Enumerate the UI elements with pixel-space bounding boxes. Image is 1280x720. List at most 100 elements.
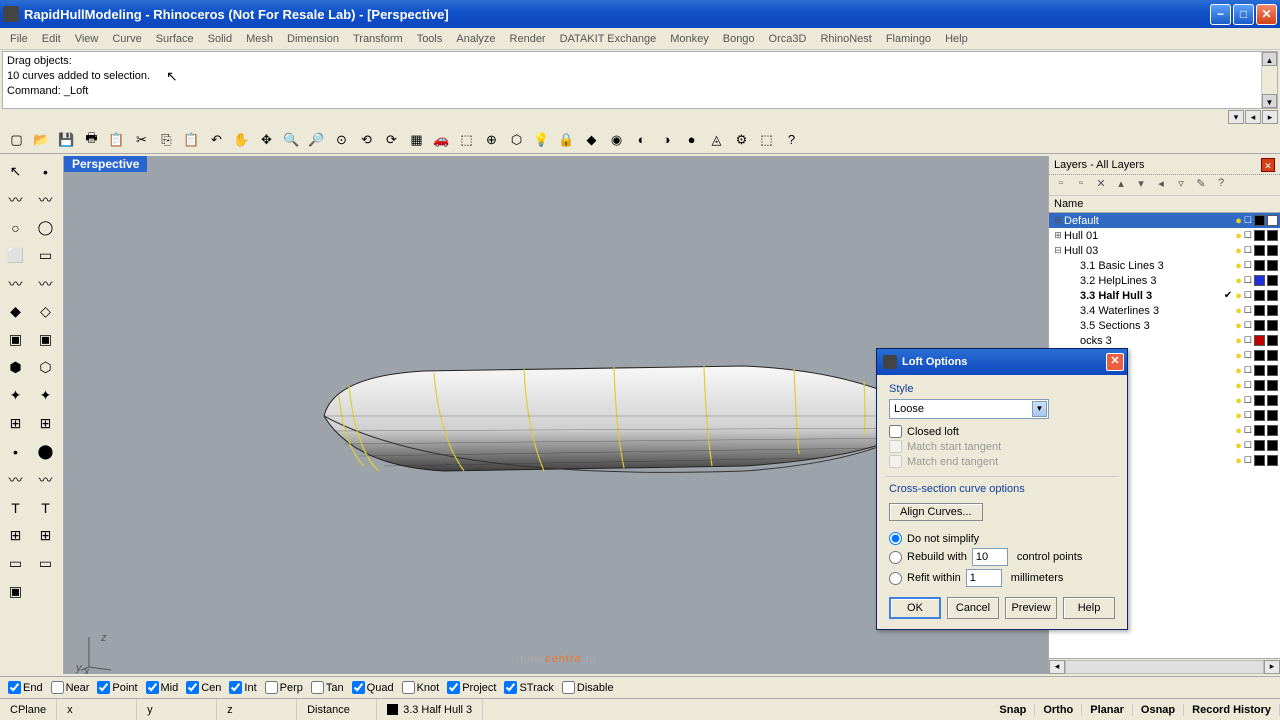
osnap-end[interactable]: End xyxy=(8,681,43,694)
tool-btn-14[interactable]: ⬢ xyxy=(2,354,29,381)
dialog-close-button[interactable]: ✕ xyxy=(1106,353,1124,371)
tool-btn-3[interactable]: 〰 xyxy=(32,186,59,213)
toolbar-btn-15[interactable]: ⟳ xyxy=(380,128,403,151)
layer-row[interactable]: 3.1 Basic Lines 3●☐ xyxy=(1049,258,1280,273)
maximize-button[interactable]: □ xyxy=(1233,4,1254,25)
toolbar-btn-27[interactable]: ● xyxy=(680,128,703,151)
layer-prev-icon[interactable]: ◂ xyxy=(1153,177,1169,193)
tool-btn-12[interactable]: ▣ xyxy=(2,326,29,353)
menu-analyze[interactable]: Analyze xyxy=(449,31,502,47)
tool-btn-5[interactable]: ◯ xyxy=(32,214,59,241)
toolbar-btn-5[interactable]: ✂ xyxy=(130,128,153,151)
layer-row[interactable]: ⊟Hull 03●☐ xyxy=(1049,243,1280,258)
tool-btn-0[interactable]: ↖ xyxy=(2,158,29,185)
preview-button[interactable]: Preview xyxy=(1005,597,1057,619)
ok-button[interactable]: OK xyxy=(889,597,941,619)
toolbar-btn-9[interactable]: ✋ xyxy=(230,128,253,151)
osnap-project[interactable]: Project xyxy=(447,681,496,694)
layer-row[interactable]: 3.4 Waterlines 3●☐ xyxy=(1049,303,1280,318)
menu-monkey[interactable]: Monkey xyxy=(663,31,716,47)
layer-new-sub-icon[interactable]: ▫ xyxy=(1073,177,1089,193)
tool-btn-6[interactable]: ⬜ xyxy=(2,242,29,269)
toolbar-btn-24[interactable]: ◉ xyxy=(605,128,628,151)
minimize-button[interactable]: − xyxy=(1210,4,1231,25)
toolbar-btn-18[interactable]: ⬚ xyxy=(455,128,478,151)
tool-btn-27[interactable]: ⊞ xyxy=(32,522,59,549)
menu-help[interactable]: Help xyxy=(938,31,975,47)
toolbar-btn-4[interactable]: 📋 xyxy=(105,128,128,151)
rebuild-value-input[interactable] xyxy=(972,548,1008,566)
command-history[interactable]: Drag objects: 10 curves added to selecti… xyxy=(2,51,1278,109)
osnap-tan[interactable]: Tan xyxy=(311,681,344,694)
close-button[interactable]: ✕ xyxy=(1256,4,1277,25)
layer-row[interactable]: 3.3 Half Hull 3✔●☐ xyxy=(1049,288,1280,303)
align-curves-button[interactable]: Align Curves... xyxy=(889,503,983,521)
toolbar-btn-0[interactable]: ▢ xyxy=(5,128,28,151)
status-toggle-osnap[interactable]: Osnap xyxy=(1133,704,1184,716)
tool-btn-8[interactable]: 〰 xyxy=(2,270,29,297)
toolbar-btn-6[interactable]: ⎘ xyxy=(155,128,178,151)
layer-filter-icon[interactable]: ▿ xyxy=(1173,177,1189,193)
toolbar-btn-26[interactable]: ◑ xyxy=(655,128,678,151)
menu-file[interactable]: File xyxy=(3,31,35,47)
osnap-point[interactable]: Point xyxy=(97,681,137,694)
viewport-label[interactable]: Perspective xyxy=(64,156,147,172)
tool-btn-21[interactable]: ⬤ xyxy=(32,438,59,465)
tool-btn-29[interactable]: ▭ xyxy=(32,550,59,577)
menu-bongo[interactable]: Bongo xyxy=(716,31,762,47)
cancel-button[interactable]: Cancel xyxy=(947,597,999,619)
tool-btn-30[interactable]: ▣ xyxy=(2,578,29,605)
osnap-mid[interactable]: Mid xyxy=(146,681,179,694)
tool-btn-9[interactable]: 〰 xyxy=(32,270,59,297)
osnap-disable[interactable]: Disable xyxy=(562,681,614,694)
tool-btn-26[interactable]: ⊞ xyxy=(2,522,29,549)
toolbar-btn-19[interactable]: ⊕ xyxy=(480,128,503,151)
toolbar-btn-1[interactable]: 📂 xyxy=(30,128,53,151)
tool-btn-18[interactable]: ⊞ xyxy=(2,410,29,437)
do-not-simplify-radio[interactable]: Do not simplify xyxy=(889,532,1115,545)
toolbar-btn-22[interactable]: 🔒 xyxy=(555,128,578,151)
menu-datakit-exchange[interactable]: DATAKIT Exchange xyxy=(553,31,664,47)
toolbar-btn-17[interactable]: 🚗 xyxy=(430,128,453,151)
toolbar-btn-29[interactable]: ⚙ xyxy=(730,128,753,151)
menu-mesh[interactable]: Mesh xyxy=(239,31,280,47)
status-toggle-planar[interactable]: Planar xyxy=(1082,704,1133,716)
tool-btn-13[interactable]: ▣ xyxy=(32,326,59,353)
toolbar-btn-7[interactable]: 📋 xyxy=(180,128,203,151)
status-layer[interactable]: 3.3 Half Hull 3 xyxy=(377,699,483,720)
layers-column-header[interactable]: Name xyxy=(1049,196,1280,213)
tool-btn-28[interactable]: ▭ xyxy=(2,550,29,577)
toolbar-btn-10[interactable]: ✥ xyxy=(255,128,278,151)
menu-curve[interactable]: Curve xyxy=(105,31,148,47)
status-toggle-record-history[interactable]: Record History xyxy=(1184,704,1280,716)
menu-render[interactable]: Render xyxy=(503,31,553,47)
toolbar-btn-3[interactable]: 🖶 xyxy=(80,128,103,151)
refit-value-input[interactable] xyxy=(966,569,1002,587)
menu-orca3d[interactable]: Orca3D xyxy=(762,31,814,47)
refit-within-radio[interactable]: Refit within millimeters xyxy=(889,569,1115,587)
toolbar-btn-11[interactable]: 🔍 xyxy=(280,128,303,151)
tool-btn-25[interactable]: T xyxy=(32,494,59,521)
command-scrollbar[interactable]: ▲▼ xyxy=(1261,52,1277,108)
toolbar-btn-13[interactable]: ⊙ xyxy=(330,128,353,151)
layer-row[interactable]: ⊞Default●☐ xyxy=(1049,213,1280,228)
toolbar-btn-28[interactable]: ◬ xyxy=(705,128,728,151)
tool-btn-11[interactable]: ◇ xyxy=(32,298,59,325)
status-toggle-snap[interactable]: Snap xyxy=(991,704,1035,716)
menu-rhinonest[interactable]: RhinoNest xyxy=(813,31,878,47)
toolbar-btn-31[interactable]: ? xyxy=(780,128,803,151)
osnap-knot[interactable]: Knot xyxy=(402,681,440,694)
osnap-perp[interactable]: Perp xyxy=(265,681,303,694)
tool-btn-23[interactable]: 〰 xyxy=(32,466,59,493)
tool-btn-1[interactable]: • xyxy=(32,158,59,185)
tool-btn-24[interactable]: T xyxy=(2,494,29,521)
layer-row[interactable]: 3.2 HelpLines 3●☐ xyxy=(1049,273,1280,288)
layer-row[interactable]: 3.5 Sections 3●☐ xyxy=(1049,318,1280,333)
nav-next[interactable]: ▸ xyxy=(1262,110,1278,124)
tool-btn-19[interactable]: ⊞ xyxy=(32,410,59,437)
layer-tools-icon[interactable]: ✎ xyxy=(1193,177,1209,193)
osnap-quad[interactable]: Quad xyxy=(352,681,394,694)
nav-dropdown[interactable]: ▾ xyxy=(1228,110,1244,124)
status-cplane[interactable]: CPlane xyxy=(0,699,57,720)
toolbar-btn-30[interactable]: ⬚ xyxy=(755,128,778,151)
